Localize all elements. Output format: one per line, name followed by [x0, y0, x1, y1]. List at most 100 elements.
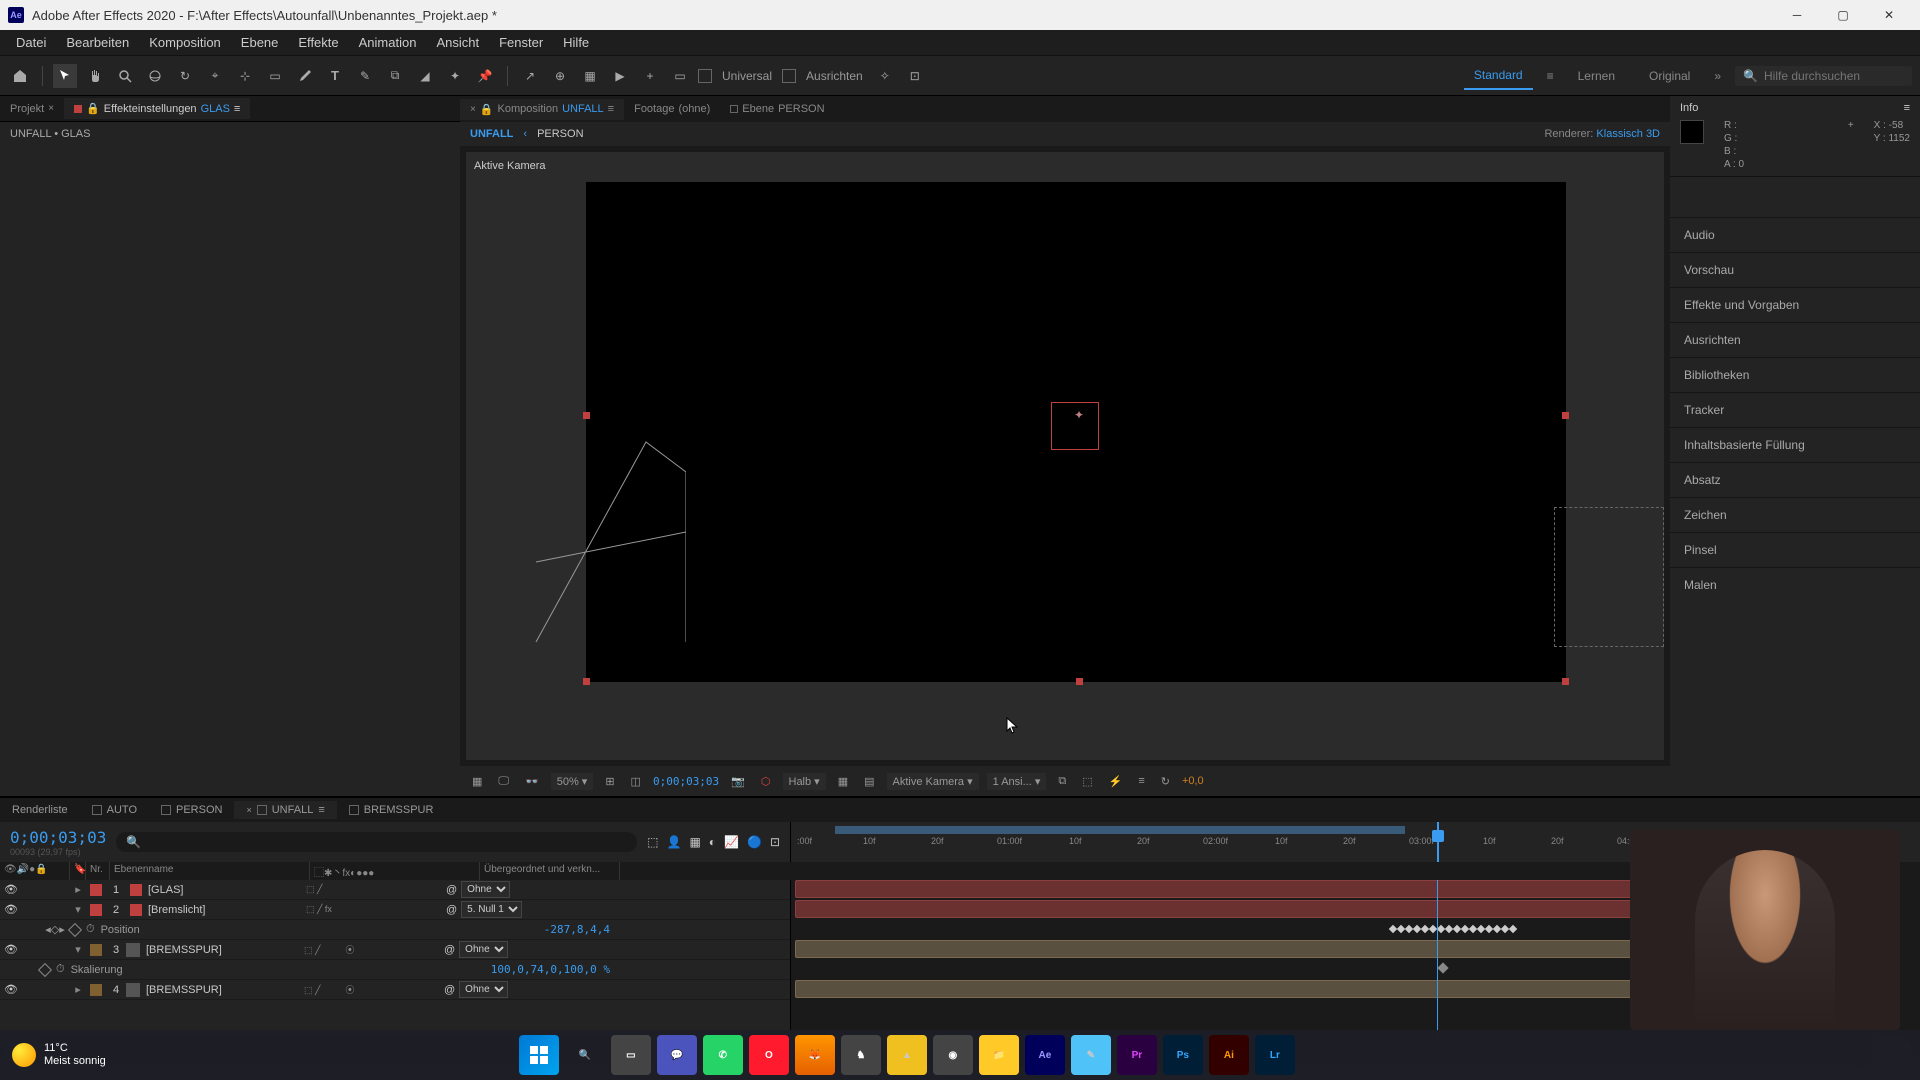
start-button[interactable]: [519, 1035, 559, 1075]
task-view-button[interactable]: ▭: [611, 1035, 651, 1075]
layer-row[interactable]: 👁 ▸ 4 [BREMSSPUR] ⬚ ╱ ⦿ @Ohne: [0, 980, 790, 1000]
eye-icon[interactable]: 👁: [4, 883, 18, 896]
flowchart-icon[interactable]: ↻: [1157, 773, 1174, 790]
app-icon[interactable]: ▲: [887, 1035, 927, 1075]
panel-ausrichten[interactable]: Ausrichten: [1670, 322, 1920, 357]
snap-icon[interactable]: ✧: [873, 64, 897, 88]
menu-bearbeiten[interactable]: Bearbeiten: [56, 31, 139, 54]
renderer-dropdown[interactable]: Klassisch 3D: [1596, 128, 1660, 140]
toggle-mask-icon[interactable]: 👓: [521, 773, 543, 790]
box-icon[interactable]: ▭: [668, 64, 692, 88]
guides-icon[interactable]: ▤: [860, 773, 878, 790]
pickwhip-icon[interactable]: @: [444, 944, 455, 956]
motion-blur-icon[interactable]: ◐: [709, 835, 716, 849]
eye-icon[interactable]: 👁: [4, 903, 18, 916]
tab-ebene[interactable]: Ebene PERSON: [720, 99, 834, 119]
layer-row[interactable]: 👁 ▾ 2 [Bremslicht] ⬚ ╱ fx @5. Null 1: [0, 900, 790, 920]
home-icon[interactable]: [8, 64, 32, 88]
snap-options-icon[interactable]: ⊡: [903, 64, 927, 88]
parent-dropdown[interactable]: 5. Null 1: [461, 901, 522, 918]
panel-menu-icon[interactable]: ≡: [234, 103, 240, 115]
camera-tool[interactable]: ⌖: [203, 64, 227, 88]
graph-editor-icon[interactable]: 📈: [724, 835, 739, 849]
toggle-icon[interactable]: ⊡: [770, 835, 780, 849]
resolution-dropdown[interactable]: Halb ▾: [783, 773, 826, 790]
whatsapp-icon[interactable]: ✆: [703, 1035, 743, 1075]
chevron-right-icon[interactable]: ▸: [70, 983, 86, 996]
ausrichten-checkbox[interactable]: [782, 69, 796, 83]
channel-icon[interactable]: ⬡: [757, 773, 775, 790]
menu-komposition[interactable]: Komposition: [139, 31, 231, 54]
stopwatch-icon[interactable]: ⏱: [86, 923, 95, 936]
illustrator-icon[interactable]: Ai: [1209, 1035, 1249, 1075]
lightroom-icon[interactable]: Lr: [1255, 1035, 1295, 1075]
pickwhip-icon[interactable]: @: [446, 904, 457, 916]
chevron-down-icon[interactable]: ▾: [70, 903, 86, 916]
timeline-search[interactable]: 🔍: [116, 832, 637, 852]
exposure-value[interactable]: +0,0: [1182, 775, 1204, 787]
layer-name[interactable]: [BREMSSPUR]: [144, 944, 304, 956]
resolution-icon[interactable]: ⊞: [601, 773, 618, 790]
menu-hilfe[interactable]: Hilfe: [553, 31, 599, 54]
local-axis-icon[interactable]: ↗: [518, 64, 542, 88]
view-axis-icon[interactable]: ▦: [578, 64, 602, 88]
zoom-tool[interactable]: [113, 64, 137, 88]
rotate-tool[interactable]: ↻: [173, 64, 197, 88]
close-button[interactable]: ✕: [1866, 0, 1912, 30]
label-color[interactable]: [90, 884, 102, 896]
add-icon[interactable]: +: [638, 64, 662, 88]
panel-vorschau[interactable]: Vorschau: [1670, 252, 1920, 287]
photoshop-icon[interactable]: Ps: [1163, 1035, 1203, 1075]
app-icon[interactable]: ✎: [1071, 1035, 1111, 1075]
type-tool[interactable]: T: [323, 64, 347, 88]
layer-name[interactable]: [GLAS]: [146, 884, 306, 896]
workspace-lernen[interactable]: Lernen: [1568, 63, 1625, 89]
layer-row[interactable]: 👁 ▸ 1 [GLAS] ⬚ ╱ @Ohne: [0, 880, 790, 900]
roto-tool[interactable]: ✦: [443, 64, 467, 88]
toggle-screen-icon[interactable]: 🖵: [494, 773, 513, 790]
brain-icon[interactable]: 🔵: [747, 835, 762, 849]
zoom-dropdown[interactable]: 50% ▾: [551, 773, 594, 790]
obs-icon[interactable]: ◉: [933, 1035, 973, 1075]
playhead[interactable]: [1437, 822, 1439, 862]
toggle-alpha-icon[interactable]: ▦: [468, 773, 486, 790]
close-icon[interactable]: ×: [48, 103, 54, 114]
property-value[interactable]: 100,0,74,0,100,0 %: [491, 963, 610, 976]
tab-footage[interactable]: Footage (ohne): [624, 99, 720, 119]
brush-tool[interactable]: ✎: [353, 64, 377, 88]
timeline-icon[interactable]: ≡: [1134, 773, 1148, 789]
close-icon[interactable]: ×: [246, 805, 251, 815]
after-effects-icon[interactable]: Ae: [1025, 1035, 1065, 1075]
panel-menu-icon[interactable]: ≡: [1904, 102, 1910, 114]
frame-blend-icon[interactable]: ▦: [689, 835, 700, 849]
menu-effekte[interactable]: Effekte: [288, 31, 348, 54]
workspace-original[interactable]: Original: [1639, 63, 1700, 89]
eraser-tool[interactable]: ◢: [413, 64, 437, 88]
hand-tool[interactable]: [83, 64, 107, 88]
menu-animation[interactable]: Animation: [349, 31, 427, 54]
property-row[interactable]: ⏱ Skalierung 100,0,74,0,100,0 %: [0, 960, 790, 980]
tab-komposition[interactable]: × 🔒 Komposition UNFALL ≡: [460, 99, 624, 120]
breadcrumb-person[interactable]: PERSON: [537, 128, 583, 140]
workspace-overflow-icon[interactable]: »: [1714, 69, 1721, 83]
grid-icon[interactable]: ▦: [834, 773, 852, 790]
panel-tracker[interactable]: Tracker: [1670, 392, 1920, 427]
panel-menu-icon[interactable]: ≡: [318, 804, 324, 816]
search-button[interactable]: 🔍: [565, 1035, 605, 1075]
pickwhip-icon[interactable]: @: [444, 984, 455, 996]
pan-behind-tool[interactable]: ⊹: [233, 64, 257, 88]
firefox-icon[interactable]: 🦊: [795, 1035, 835, 1075]
panel-audio[interactable]: Audio: [1670, 217, 1920, 252]
keyframe-nav-icon[interactable]: [68, 922, 82, 936]
panel-bibliotheken[interactable]: Bibliotheken: [1670, 357, 1920, 392]
premiere-icon[interactable]: Pr: [1117, 1035, 1157, 1075]
teams-icon[interactable]: 💬: [657, 1035, 697, 1075]
orbit-tool[interactable]: [143, 64, 167, 88]
opera-icon[interactable]: O: [749, 1035, 789, 1075]
selection-tool[interactable]: [53, 64, 77, 88]
3d-icon[interactable]: ⧉: [1054, 773, 1070, 790]
current-time[interactable]: 0;00;03;03: [10, 828, 106, 847]
help-search-input[interactable]: [1764, 69, 1904, 83]
menu-ansicht[interactable]: Ansicht: [426, 31, 489, 54]
pen-tool[interactable]: [293, 64, 317, 88]
